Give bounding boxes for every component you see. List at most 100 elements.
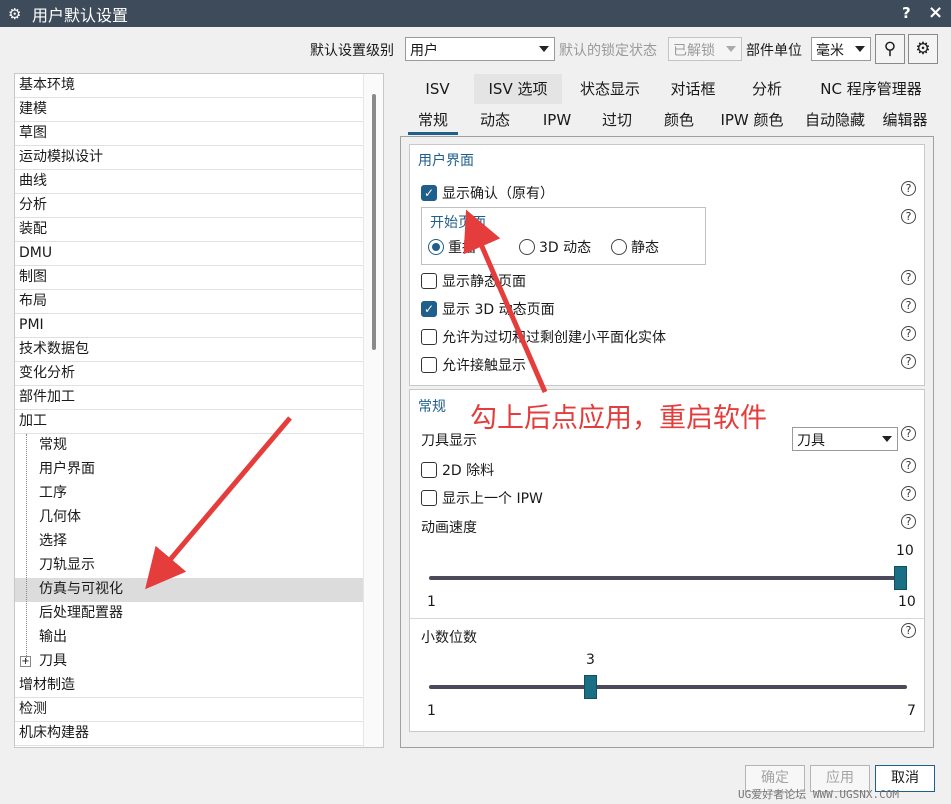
tab-isv[interactable]: ISV (410, 74, 465, 104)
tree-child-item[interactable]: 后处理配置器 (15, 602, 364, 626)
remove-2d-checkbox[interactable] (421, 462, 437, 478)
tree-item[interactable]: 曲线 (15, 170, 364, 194)
help-icon[interactable]: ? (901, 270, 916, 285)
tab-analysis[interactable]: 分析 (738, 74, 796, 104)
allow-contact-label: 允许接触显示 (442, 358, 526, 374)
tree-item[interactable]: 布局 (15, 290, 364, 314)
tree-item[interactable]: 增材制造 (15, 674, 364, 698)
tree-child-item[interactable]: 仿真与可视化 (15, 578, 364, 602)
allow-contact-option[interactable]: 允许接触显示 (421, 354, 526, 376)
binoculars-icon[interactable]: ⚲ (875, 34, 905, 64)
decimals-slider[interactable] (429, 685, 907, 689)
help-icon[interactable]: ? (901, 426, 916, 441)
tree-child-item[interactable]: 刀轨显示 (15, 554, 364, 578)
tab-editor[interactable]: 编辑器 (878, 105, 932, 135)
tree-item-tool[interactable]: + 刀具 (15, 650, 364, 674)
decimals-slider-handle[interactable] (583, 675, 597, 699)
tab-dialog[interactable]: 对话框 (658, 74, 728, 104)
show-3d-page-checkbox[interactable]: ✓ (421, 301, 437, 317)
help-icon[interactable]: ? (901, 354, 916, 369)
show-confirm-option[interactable]: ✓ 显示确认（原有） (421, 182, 554, 204)
chevron-down-icon (882, 436, 892, 442)
options-panel: 用户界面 ✓ 显示确认（原有） ? 开始页面 重播 3D 动态 静态 ? 显示静 (400, 136, 934, 748)
tab-gouge[interactable]: 过切 (592, 105, 642, 135)
redisplay-radio[interactable] (428, 239, 444, 255)
tree-item[interactable]: 草图 (15, 122, 364, 146)
help-icon[interactable]: ? (901, 623, 916, 638)
tree-item[interactable]: 基本环境 (15, 74, 364, 98)
tree-child-item[interactable]: 输出 (15, 626, 364, 650)
tree-item[interactable]: 机床构建器 (15, 722, 364, 746)
tab-ipw[interactable]: IPW (532, 105, 582, 135)
tree-child-item[interactable]: 选择 (15, 530, 364, 554)
tree-scroll-thumb[interactable] (372, 94, 376, 350)
level-select[interactable]: 用户 (405, 37, 555, 61)
tree-item[interactable]: 运动模拟设计 (15, 146, 364, 170)
show-prev-ipw-option[interactable]: 显示上一个 IPW (421, 487, 543, 509)
show-static-page-checkbox[interactable] (421, 273, 437, 289)
tab-ipw-color[interactable]: IPW 颜色 (716, 105, 788, 135)
unit-select[interactable]: 毫米 (811, 37, 871, 61)
show-static-page-option[interactable]: 显示静态页面 (421, 270, 526, 292)
close-button[interactable]: × (928, 2, 943, 23)
allow-facet-checkbox[interactable] (421, 329, 437, 345)
tree-item[interactable]: 检测 (15, 698, 364, 722)
tree-scrollbar[interactable] (363, 74, 383, 747)
tab-auto-hide[interactable]: 自动隐藏 (800, 105, 870, 135)
help-icon[interactable]: ? (901, 486, 916, 501)
remove-2d-option[interactable]: 2D 除料 (421, 459, 494, 481)
tree-item[interactable]: 装配 (15, 218, 364, 242)
tab-dynamic[interactable]: 动态 (470, 105, 520, 135)
tree-child-item[interactable]: 用户界面 (15, 458, 364, 482)
tool-display-label: 刀具显示 (421, 433, 477, 449)
annotation-text: 勾上后点应用，重启软件 (470, 403, 767, 434)
show-confirm-checkbox[interactable]: ✓ (421, 185, 437, 201)
tree-item[interactable]: 制图 (15, 266, 364, 290)
3d-dynamic-radio[interactable] (519, 239, 535, 255)
unit-label: 部件单位 (746, 43, 802, 59)
help-icon[interactable]: ? (901, 181, 916, 196)
show-3d-page-label: 显示 3D 动态页面 (442, 302, 555, 318)
tab-color[interactable]: 颜色 (654, 105, 704, 135)
help-icon[interactable]: ? (901, 209, 916, 224)
tree-item[interactable]: PMI (15, 314, 364, 338)
tab-general[interactable]: 常规 (408, 105, 458, 135)
allow-contact-checkbox[interactable] (421, 357, 437, 373)
show-prev-ipw-checkbox[interactable] (421, 490, 437, 506)
lock-select[interactable]: 已解锁 (668, 37, 742, 61)
settings-gear-icon[interactable]: ⚙ (908, 34, 938, 64)
tool-display-select[interactable]: 刀具 (792, 427, 898, 451)
radio-option-3d[interactable]: 3D 动态 (519, 236, 591, 258)
start-page-group: 开始页面 重播 3D 动态 静态 (421, 207, 706, 265)
anim-speed-slider[interactable] (429, 576, 907, 580)
tree-item[interactable]: 加工 (15, 410, 364, 434)
anim-speed-max: 10 (898, 594, 916, 610)
help-icon[interactable]: ? (901, 514, 916, 529)
tree-child-item[interactable]: 几何体 (15, 506, 364, 530)
help-button[interactable]: ? (902, 4, 911, 22)
tree-item[interactable]: 技术数据包 (15, 338, 364, 362)
tree-item[interactable]: 变化分析 (15, 362, 364, 386)
tree-item[interactable]: DMU (15, 242, 364, 266)
general-group: 常规 刀具显示 刀具 ? 2D 除料 ? 显示上一个 IPW ? 动画速度 ? … (409, 389, 925, 732)
radio-option-static[interactable]: 静态 (611, 236, 659, 258)
tree-child-item[interactable]: 常规 (15, 434, 364, 458)
tab-status-display[interactable]: 状态显示 (570, 74, 650, 104)
title-bar: ⚙ 用户默认设置 ? × (0, 0, 951, 27)
radio-option-redisplay[interactable]: 重播 (428, 236, 476, 258)
allow-facet-option[interactable]: 允许为过切和过剩创建小平面化实体 (421, 326, 666, 348)
show-confirm-label: 显示确认（原有） (442, 186, 554, 202)
tab-nc-program-manager[interactable]: NC 程序管理器 (810, 74, 932, 104)
static-radio[interactable] (611, 239, 627, 255)
help-icon[interactable]: ? (901, 298, 916, 313)
tree-item[interactable]: 建模 (15, 98, 364, 122)
show-3d-page-option[interactable]: ✓ 显示 3D 动态页面 (421, 298, 555, 320)
tab-isv-options[interactable]: ISV 选项 (474, 74, 562, 104)
help-icon[interactable]: ? (901, 326, 916, 341)
tree-item[interactable]: 部件加工 (15, 386, 364, 410)
tree-child-item[interactable]: 工序 (15, 482, 364, 506)
anim-speed-slider-handle[interactable] (894, 566, 907, 590)
tree-item[interactable]: 分析 (15, 194, 364, 218)
chevron-down-icon (855, 46, 865, 52)
help-icon[interactable]: ? (901, 458, 916, 473)
